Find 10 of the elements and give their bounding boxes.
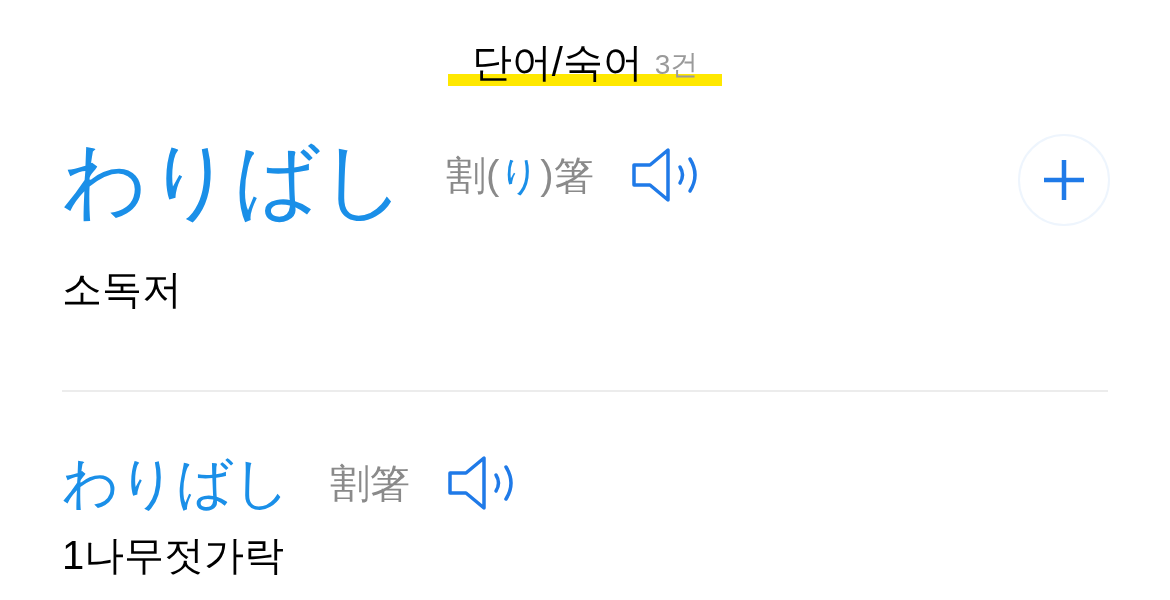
kanji-spelling: 割(り)箸 (446, 152, 594, 199)
meaning-text: 1나무젓가락 (62, 532, 286, 579)
add-button[interactable] (1018, 134, 1110, 226)
kanji-spelling: 割箸 (330, 460, 410, 507)
section-title: 단어/숙어 (471, 39, 643, 86)
meaning-text: 소독저 (62, 266, 183, 313)
headword: わりばし (62, 132, 406, 229)
result-count: 3건 (654, 48, 699, 82)
headword: わりばし (62, 450, 290, 516)
plus-icon (1042, 158, 1086, 202)
